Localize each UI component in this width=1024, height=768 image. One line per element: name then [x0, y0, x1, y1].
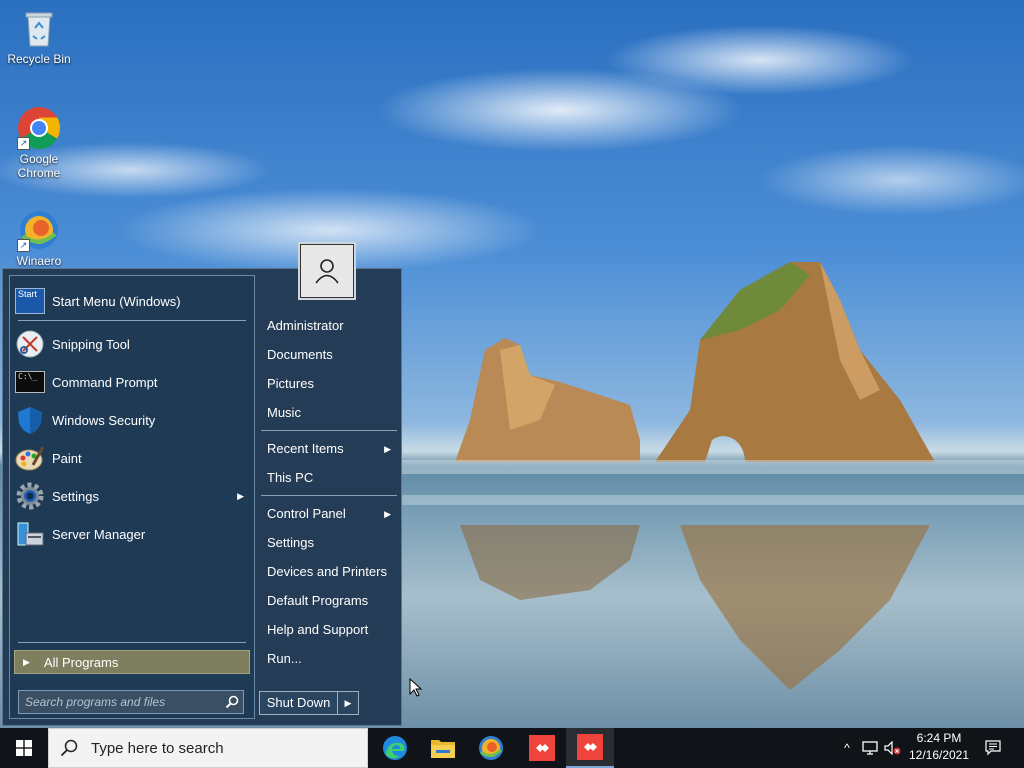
snipping-tool-icon [14, 328, 46, 360]
pinned-separator [18, 320, 246, 321]
user-avatar-icon [315, 259, 339, 284]
file-explorer-icon [431, 740, 455, 758]
search-icon[interactable] [221, 695, 243, 709]
search-icon [49, 739, 89, 757]
place-devices-and-printers[interactable]: Devices and Printers [267, 561, 397, 583]
place-recent-items[interactable]: Recent Items ▶ [267, 438, 397, 460]
action-center-icon[interactable] [978, 728, 1008, 768]
taskbar-app-winaero[interactable] [467, 728, 515, 768]
places-separator [261, 495, 397, 496]
program-settings[interactable]: Settings ▶ [14, 479, 250, 513]
place-documents[interactable]: Documents [267, 344, 397, 366]
program-label: Start Menu (Windows) [52, 293, 181, 309]
mouse-cursor-icon [409, 678, 423, 697]
shield-icon [14, 404, 46, 436]
shut-down-options-arrow-icon[interactable]: ▶ [338, 692, 358, 714]
user-picture[interactable] [300, 244, 354, 298]
anydesk-icon [529, 735, 555, 761]
taskbar-search-box[interactable] [48, 728, 368, 768]
gear-icon [14, 480, 46, 512]
edge-icon [383, 736, 407, 760]
system-clock[interactable]: 6:24 PM 12/16/2021 [904, 730, 974, 766]
start-menu-search-input[interactable] [19, 694, 221, 710]
shut-down-button-group: Shut Down ▶ [259, 691, 359, 715]
taskbar-app-file-explorer[interactable] [419, 728, 467, 768]
program-label: Settings [52, 488, 99, 504]
start-menu-programs-pane: Start Start Menu (Windows) Snipping Tool… [9, 275, 255, 719]
all-programs-label: All Programs [43, 654, 119, 670]
desktop-icon-label: Winaero [16, 254, 62, 268]
expand-arrow-icon: ▶ [23, 656, 30, 667]
shortcut-arrow-icon: ↗ [17, 137, 30, 150]
place-pictures[interactable]: Pictures [267, 373, 397, 395]
server-manager-icon [14, 518, 46, 550]
place-default-programs[interactable]: Default Programs [267, 590, 397, 612]
place-settings[interactable]: Settings [267, 532, 397, 554]
program-snipping-tool[interactable]: Snipping Tool [14, 327, 250, 361]
all-programs-separator [18, 642, 246, 643]
program-paint[interactable]: Paint [14, 441, 250, 475]
submenu-arrow-icon: ▶ [237, 490, 244, 501]
place-help-and-support[interactable]: Help and Support [267, 619, 397, 641]
pinned-start-menu-windows[interactable]: Start Start Menu (Windows) [14, 284, 250, 318]
network-icon[interactable] [860, 728, 880, 768]
start-button[interactable] [0, 728, 48, 768]
place-music[interactable]: Music [267, 402, 397, 424]
command-prompt-icon: C:\_ [14, 366, 46, 398]
place-administrator[interactable]: Administrator [267, 315, 397, 337]
winaero-icon: ↗ [17, 208, 61, 252]
place-this-pc[interactable]: This PC [267, 467, 397, 489]
program-command-prompt[interactable]: C:\_ Command Prompt [14, 365, 250, 399]
desktop-icon-winaero[interactable]: ↗ Winaero [4, 208, 74, 268]
taskbar-search-input[interactable] [89, 738, 367, 758]
desktop-icon-label: Google Chrome [17, 152, 61, 180]
program-windows-security[interactable]: Windows Security [14, 403, 250, 437]
program-label: Windows Security [52, 412, 156, 428]
shortcut-arrow-icon: ↗ [17, 239, 30, 252]
clock-time: 6:24 PM [916, 731, 962, 745]
desktop-icon-google-chrome[interactable]: ↗ Google Chrome [4, 106, 74, 180]
volume-muted-icon[interactable] [882, 728, 904, 768]
program-label: Command Prompt [52, 374, 158, 390]
anydesk-icon [577, 734, 603, 760]
recycle-bin-icon [17, 6, 61, 50]
all-programs-button[interactable]: ▶ All Programs [14, 650, 250, 674]
taskbar-app-edge[interactable] [371, 728, 419, 768]
place-label: Recent Items [267, 441, 344, 456]
start-menu: Start Start Menu (Windows) Snipping Tool… [2, 268, 402, 726]
submenu-arrow-icon: ▶ [384, 444, 391, 454]
program-label: Server Manager [52, 526, 146, 542]
windows-logo-icon [16, 740, 32, 756]
desktop-icon-recycle-bin[interactable]: Recycle Bin [4, 6, 74, 66]
submenu-arrow-icon: ▶ [384, 509, 391, 519]
start-menu-search-box[interactable] [18, 690, 244, 714]
place-control-panel[interactable]: Control Panel ▶ [267, 503, 397, 525]
start-menu-app-icon: Start [14, 285, 46, 317]
taskbar: ^ 6:24 PM 12/16/2021 [0, 728, 1024, 768]
show-hidden-icons-chevron-icon[interactable]: ^ [838, 728, 856, 768]
program-label: Paint [52, 450, 82, 466]
taskbar-app-anydesk-2[interactable] [566, 728, 614, 768]
taskbar-app-anydesk-1[interactable] [518, 728, 566, 768]
desktop-icon-label: Recycle Bin [7, 52, 71, 66]
clock-date: 12/16/2021 [908, 748, 970, 762]
chrome-icon: ↗ [17, 106, 61, 150]
winaero-icon [479, 736, 503, 760]
place-run[interactable]: Run... [267, 648, 397, 670]
program-label: Snipping Tool [52, 336, 130, 352]
paint-icon [14, 442, 46, 474]
place-label: Control Panel [267, 506, 346, 521]
places-separator [261, 430, 397, 431]
program-server-manager[interactable]: Server Manager [14, 517, 250, 551]
shut-down-button[interactable]: Shut Down [260, 692, 338, 714]
